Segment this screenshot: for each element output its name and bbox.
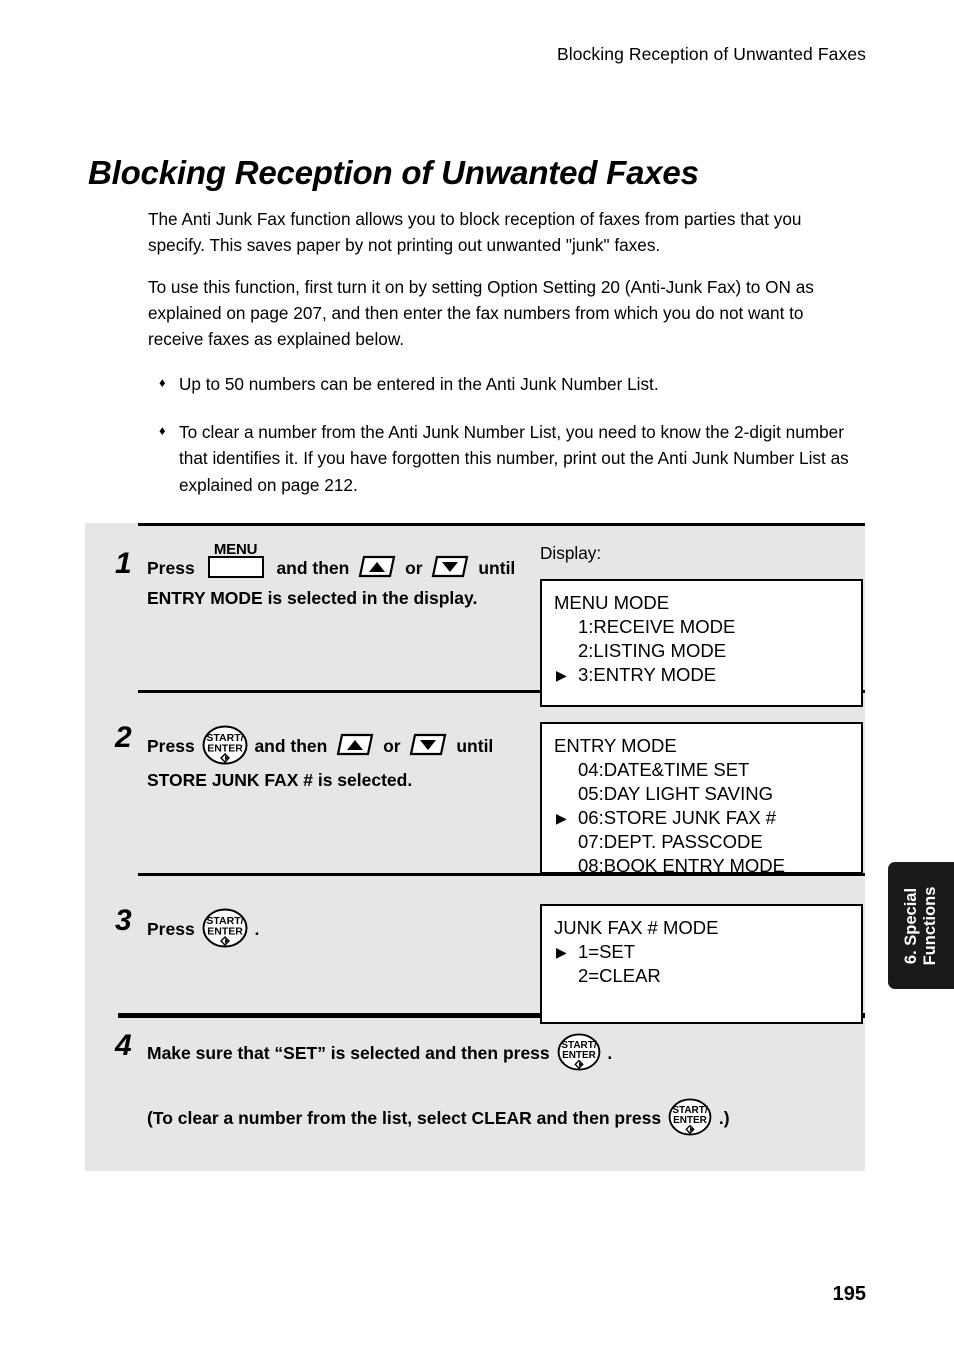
lcd-menu-item: 1:RECEIVE MODE xyxy=(542,615,861,639)
svg-text:ENTER: ENTER xyxy=(207,926,243,938)
lcd-menu-item: 2:LISTING MODE xyxy=(542,639,861,663)
lcd-menu-item-text: 1=SET xyxy=(578,941,636,962)
lcd-title: MENU MODE xyxy=(554,592,670,613)
list-item: ♦ To clear a number from the Anti Junk N… xyxy=(159,419,859,499)
step-number: 2 xyxy=(115,721,132,754)
step-number: 1 xyxy=(115,547,132,580)
lcd-menu-item-text: 2:LISTING MODE xyxy=(578,640,727,661)
chapter-side-tab-label: 6. Special Functions xyxy=(902,866,940,986)
diamond-bullet-icon: ♦ xyxy=(159,375,166,390)
step-instruction: Press MENU and then or until ENTRY MODE … xyxy=(147,541,547,613)
lcd-title: JUNK FAX # MODE xyxy=(554,917,719,938)
arrow-up-key-icon[interactable] xyxy=(335,733,375,757)
lcd-menu-item-text: 04:DATE&TIME SET xyxy=(578,759,750,780)
lcd-menu-item-text: 3:ENTRY MODE xyxy=(578,664,717,685)
lcd-menu-item: 08:BOOK ENTRY MODE xyxy=(542,854,861,878)
step-text-and-then: and then xyxy=(254,736,328,756)
list-item-text: Up to 50 numbers can be entered in the A… xyxy=(179,374,659,394)
step-text-press: Press xyxy=(147,736,195,756)
step-instruction: Make sure that “SET” is selected and the… xyxy=(147,1033,877,1136)
note-bullet-list: ♦ Up to 50 numbers can be entered in the… xyxy=(159,371,859,519)
step-sub-text: (To clear a number from the list, select… xyxy=(147,1108,662,1128)
lcd-menu-item: 07:DEPT. PASSCODE xyxy=(542,830,861,854)
selection-marker-icon: ▶ xyxy=(556,667,567,683)
lcd-menu-item-text: 05:DAY LIGHT SAVING xyxy=(578,783,774,804)
menu-key-icon[interactable]: MENU xyxy=(206,541,266,579)
lcd-menu-item: 05:DAY LIGHT SAVING xyxy=(542,782,861,806)
svg-text:ENTER: ENTER xyxy=(562,1050,596,1061)
svg-text:ENTER: ENTER xyxy=(673,1115,707,1126)
step-text-or: or xyxy=(405,558,423,578)
chapter-side-tab-line-2: Functions xyxy=(921,886,939,965)
chapter-side-tab: 6. Special Functions xyxy=(888,862,954,989)
step-number: 3 xyxy=(115,904,132,937)
lcd-menu-item-text: 08:BOOK ENTRY MODE xyxy=(578,855,785,876)
arrow-down-key-icon[interactable] xyxy=(430,555,470,579)
selection-marker-icon: ▶ xyxy=(556,810,567,826)
intro-paragraph-2: To use this function, first turn it on b… xyxy=(148,277,814,349)
step-main-text: Make sure that “SET” is selected and the… xyxy=(147,1043,550,1063)
lcd-display-step-1: MENU MODE 1:RECEIVE MODE 2:LISTING MODE … xyxy=(540,579,863,707)
lcd-menu-item: 04:DATE&TIME SET xyxy=(542,758,861,782)
lcd-menu-item: 2=CLEAR xyxy=(542,964,861,988)
lcd-title: ENTRY MODE xyxy=(554,735,677,756)
step-instruction: Press START/ ENTER . xyxy=(147,908,547,948)
divider-top xyxy=(138,523,865,526)
step-text-and-then: and then xyxy=(276,558,350,578)
step-text-or: or xyxy=(383,736,401,756)
start-enter-key-icon[interactable]: START/ ENTER xyxy=(557,1033,601,1071)
svg-text:ENTER: ENTER xyxy=(207,743,243,755)
page-title: Blocking Reception of Unwanted Faxes xyxy=(88,154,699,192)
step-text-tail: . xyxy=(254,919,260,939)
chapter-side-tab-line-1: 6. Special xyxy=(902,887,920,964)
step-number: 4 xyxy=(115,1029,132,1062)
running-header: Blocking Reception of Unwanted Faxes xyxy=(556,44,866,64)
start-enter-key-icon[interactable]: START/ ENTER xyxy=(202,908,248,948)
lcd-display-step-2: ENTRY MODE 04:DATE&TIME SET 05:DAY LIGHT… xyxy=(540,722,863,876)
arrow-down-key-icon[interactable] xyxy=(408,733,448,757)
selection-marker-icon: ▶ xyxy=(556,944,567,960)
lcd-menu-item-text: 2=CLEAR xyxy=(578,965,661,986)
procedure-panel: 1 Press MENU and then or until ENTRY MOD… xyxy=(85,523,865,1171)
lcd-menu-item: ▶ 06:STORE JUNK FAX # xyxy=(542,806,861,830)
step-sub-instruction: (To clear a number from the list, select… xyxy=(147,1098,877,1136)
menu-key-box xyxy=(207,556,264,578)
list-item: ♦ Up to 50 numbers can be entered in the… xyxy=(159,371,859,398)
step-text-press: Press xyxy=(147,919,195,939)
lcd-menu-item: ▶ 3:ENTRY MODE xyxy=(542,663,861,687)
diamond-bullet-icon: ♦ xyxy=(159,422,166,438)
display-label: Display: xyxy=(540,543,602,563)
start-enter-key-icon[interactable]: START/ ENTER xyxy=(202,725,248,765)
arrow-up-key-icon[interactable] xyxy=(357,555,397,579)
step-instruction: Press START/ ENTER and then or until STO… xyxy=(147,725,547,795)
lcd-menu-item-text: 06:STORE JUNK FAX # xyxy=(578,807,777,828)
page-number: 195 xyxy=(832,1283,866,1305)
lcd-menu-item-text: 1:RECEIVE MODE xyxy=(578,616,736,637)
step-sub-text-tail: .) xyxy=(718,1108,730,1128)
lcd-display-step-3: JUNK FAX # MODE ▶ 1=SET 2=CLEAR xyxy=(540,904,863,1024)
intro-paragraph-1: The Anti Junk Fax function allows you to… xyxy=(148,209,802,255)
lcd-menu-item: ▶ 1=SET xyxy=(542,940,861,964)
lcd-menu-item-text: 07:DEPT. PASSCODE xyxy=(578,831,763,852)
list-item-text: To clear a number from the Anti Junk Num… xyxy=(179,421,849,495)
start-enter-key-icon[interactable]: START/ ENTER xyxy=(668,1098,712,1136)
step-main-text-tail: . xyxy=(607,1043,613,1063)
step-text-press: Press xyxy=(147,558,195,578)
